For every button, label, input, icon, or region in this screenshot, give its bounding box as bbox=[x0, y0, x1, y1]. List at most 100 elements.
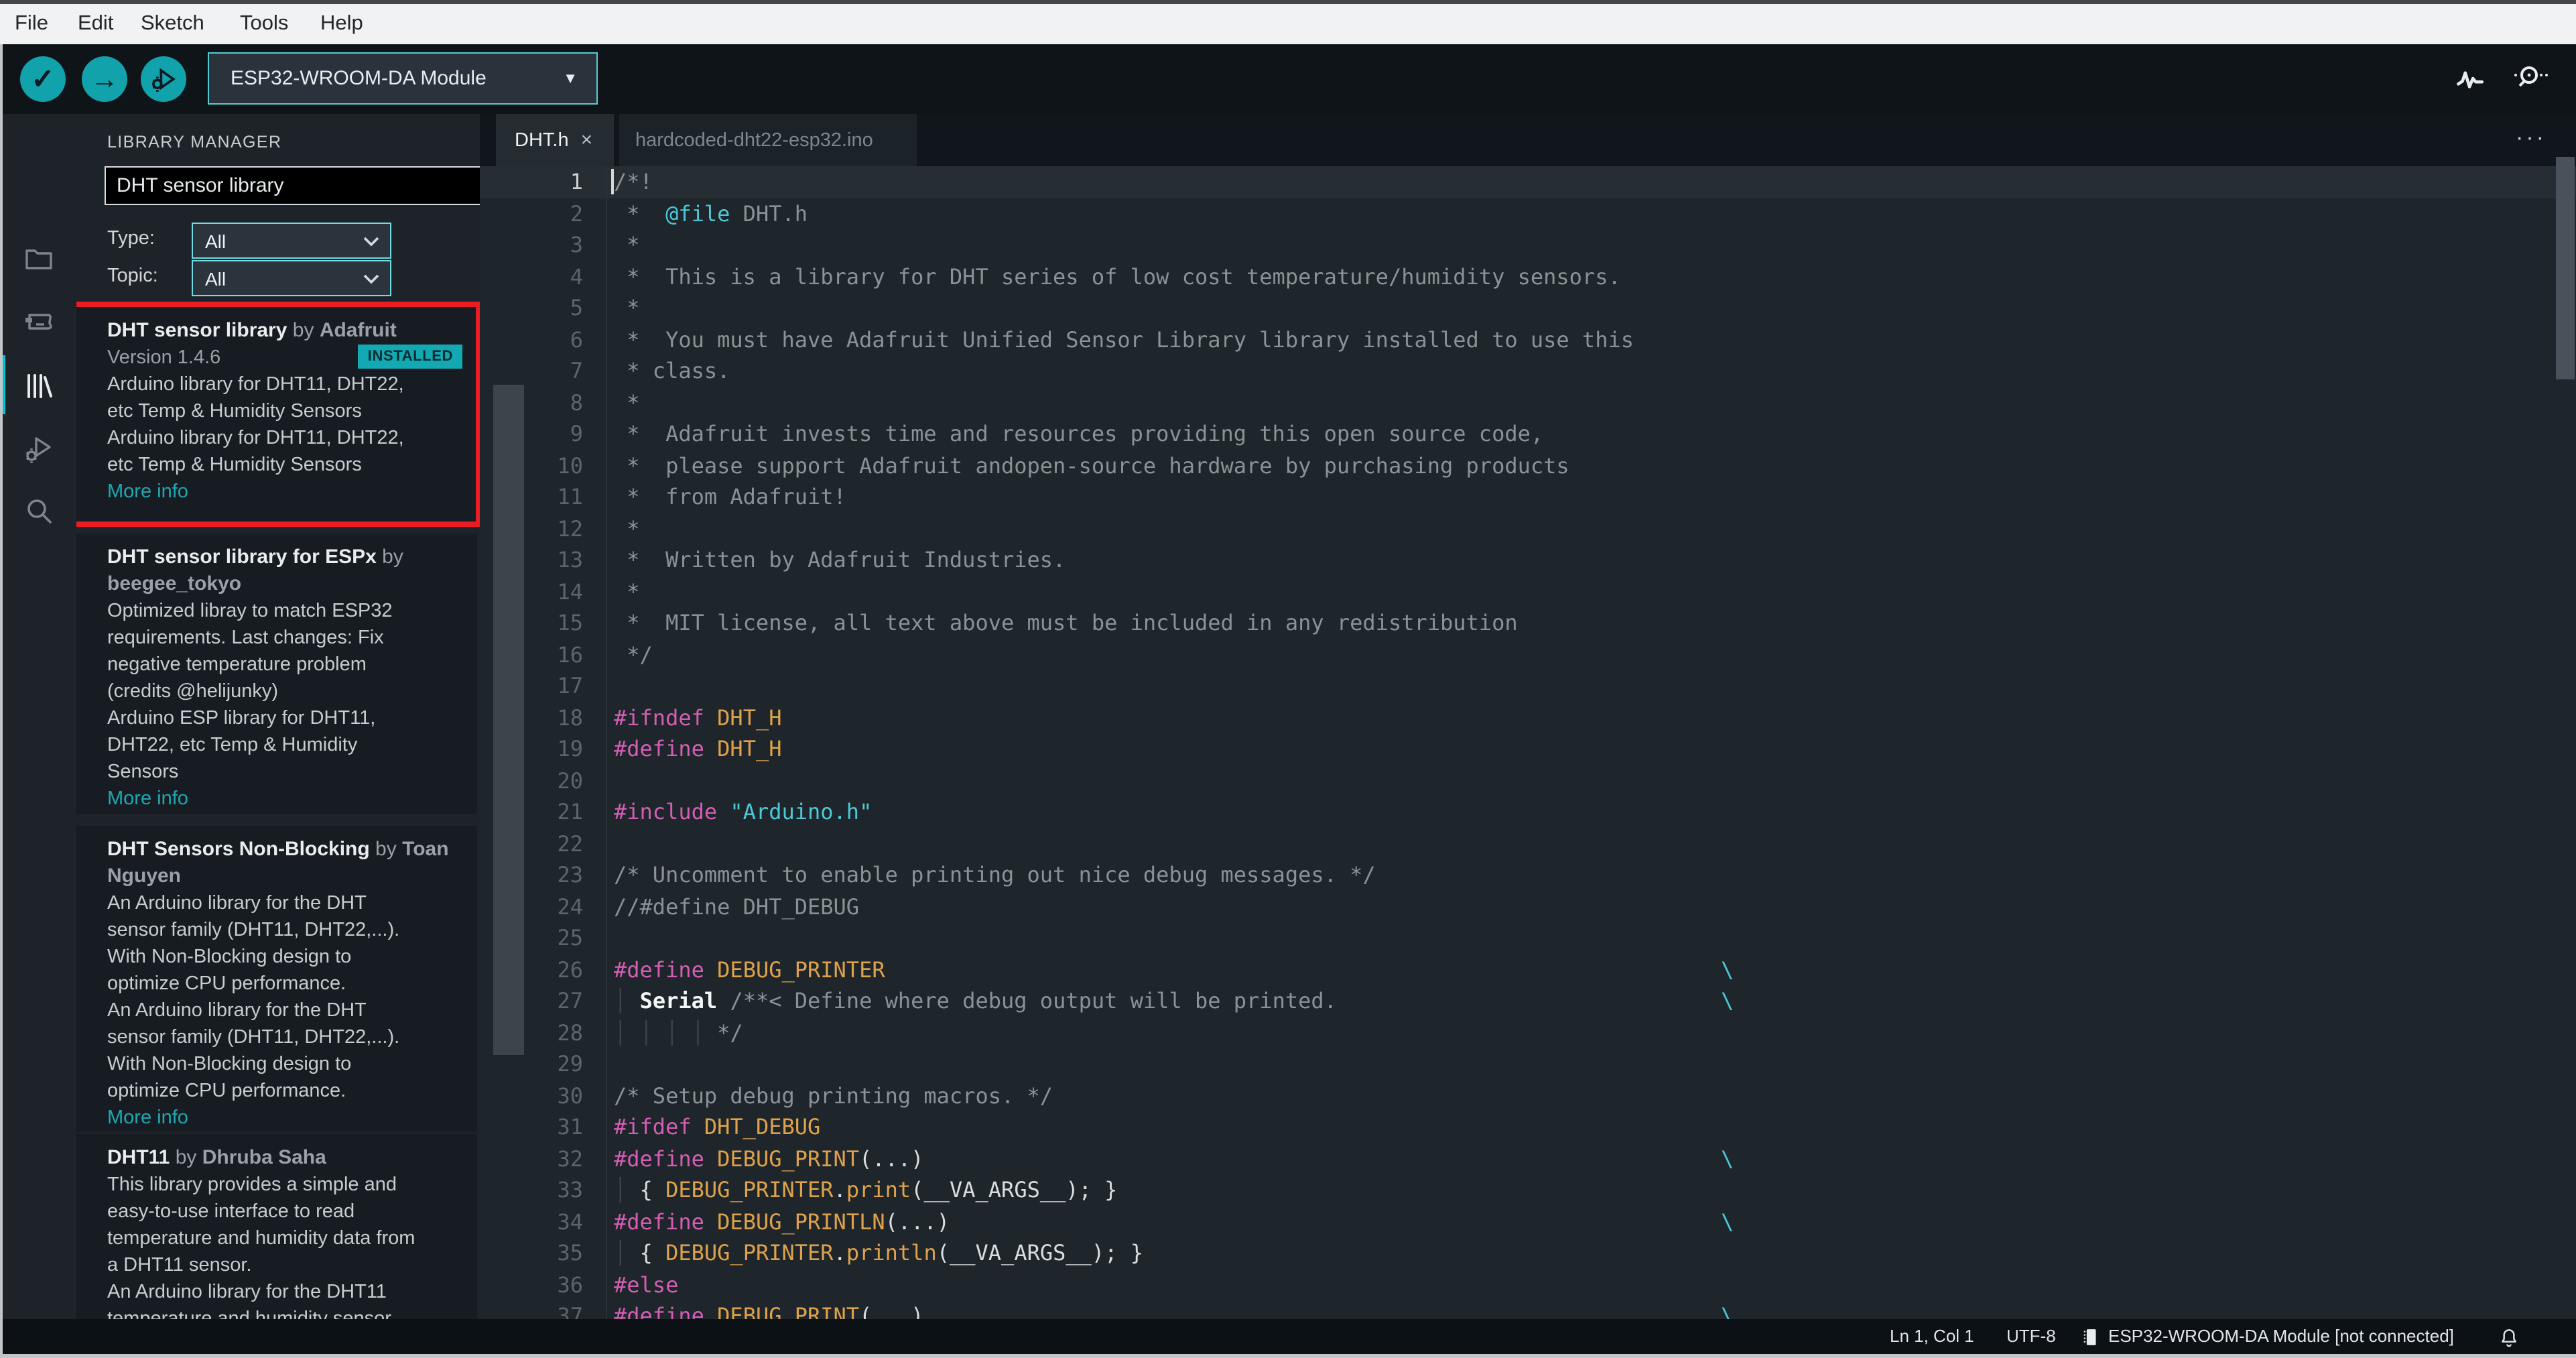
library-description-line: easy-to-use interface to read bbox=[107, 1201, 355, 1223]
activity-bar bbox=[0, 114, 76, 1319]
menu-help[interactable]: Help bbox=[318, 4, 366, 44]
chevron-down-icon bbox=[363, 273, 379, 284]
library-card[interactable]: DHT11 by Dhruba Saha This library provide… bbox=[76, 1134, 477, 1319]
code-line[interactable]: 25 bbox=[480, 922, 2576, 954]
debug-button[interactable] bbox=[141, 56, 186, 102]
more-info-link[interactable]: More info bbox=[107, 479, 477, 505]
type-filter-value: All bbox=[205, 230, 227, 251]
code-line[interactable]: 33 │ { DEBUG_PRINTER.print(__VA_ARGS__); … bbox=[480, 1174, 2576, 1206]
tab-overflow-menu[interactable]: ··· bbox=[2516, 114, 2547, 166]
serial-monitor-button[interactable] bbox=[2509, 60, 2549, 95]
code-line[interactable]: 2 * @file DHT.h bbox=[480, 198, 2576, 229]
type-filter-select[interactable]: All bbox=[192, 223, 391, 259]
bug-play-icon bbox=[25, 437, 51, 463]
menu-sketch[interactable]: Sketch bbox=[138, 4, 207, 44]
board-status[interactable]: ESP32-WROOM-DA Module [not connected] bbox=[2108, 1319, 2454, 1354]
code-line[interactable]: 21 #include "Arduino.h" bbox=[480, 796, 2576, 828]
upload-button[interactable]: → bbox=[82, 56, 127, 102]
chevron-down-icon: ▼ bbox=[563, 70, 578, 86]
encoding[interactable]: UTF-8 bbox=[2006, 1319, 2056, 1354]
code-line[interactable]: 19 #define DHT_H bbox=[480, 733, 2576, 765]
code-line[interactable]: 7 * class. bbox=[480, 355, 2576, 387]
code-line[interactable]: 26 #define DEBUG_PRINTER \ bbox=[480, 954, 2576, 985]
close-icon[interactable]: × bbox=[581, 129, 593, 151]
code-line[interactable]: 30/* Setup debug printing macros. */ bbox=[480, 1080, 2576, 1111]
sidebar-item-sketchbook[interactable] bbox=[23, 243, 55, 275]
code-line[interactable]: 18 #ifndef DHT_H bbox=[480, 702, 2576, 733]
library-card[interactable]: DHT sensor library for ESPx by beegee_to… bbox=[76, 534, 477, 814]
library-card-title: DHT Sensors Non-Blocking by Toan Nguyen bbox=[107, 838, 449, 887]
library-description-line: An Arduino library for the DHT bbox=[107, 893, 367, 914]
code-line[interactable]: 13 * Written by Adafruit Industries. bbox=[480, 544, 2576, 576]
topic-filter-label: Topic: bbox=[107, 265, 158, 287]
menu-edit[interactable]: Edit bbox=[75, 4, 116, 44]
editor-scrollbar-thumb[interactable] bbox=[2556, 157, 2575, 379]
code-line[interactable]: 24//#define DHT_DEBUG bbox=[480, 891, 2576, 922]
menu-file[interactable]: File bbox=[12, 4, 51, 44]
cursor-position[interactable]: Ln 1, Col 1 bbox=[1890, 1319, 1974, 1354]
toolbar: ✓ → ESP32-WROOM-DA Module ▼ bbox=[0, 44, 2576, 114]
library-card[interactable]: DHT Sensors Non-Blocking by Toan Nguyen A… bbox=[76, 826, 477, 1131]
line-number: 7 bbox=[570, 358, 583, 383]
code-line[interactable]: 3 * bbox=[480, 229, 2576, 261]
code-line[interactable]: 10 * please support Adafruit andopen-sou… bbox=[480, 450, 2576, 481]
menu-tools[interactable]: Tools bbox=[237, 4, 291, 44]
bell-icon[interactable] bbox=[2498, 1326, 2520, 1349]
code-area[interactable]: 1/*! 2 * @file DHT.h 3 * 4 * This is a libr… bbox=[480, 166, 2576, 1319]
library-card-title: DHT sensor library for ESPx by beegee_to… bbox=[107, 546, 403, 595]
debug-icon bbox=[149, 64, 178, 94]
library-description-line: An Arduino library for the DHT11 bbox=[107, 1282, 387, 1303]
code-line[interactable]: 31 #ifdef DHT_DEBUG bbox=[480, 1111, 2576, 1143]
more-info-link[interactable]: More info bbox=[107, 1105, 477, 1131]
topic-filter-select[interactable]: All bbox=[192, 260, 391, 296]
serial-plotter-button[interactable] bbox=[2453, 62, 2486, 95]
code-line[interactable]: 27 │ Serial /**< Define where debug outpu… bbox=[480, 985, 2576, 1017]
library-search-input[interactable] bbox=[105, 166, 480, 205]
sidebar-item-boards-manager[interactable] bbox=[23, 306, 55, 338]
board-selector[interactable]: ESP32-WROOM-DA Module ▼ bbox=[208, 52, 598, 105]
sidebar-item-library-manager[interactable] bbox=[23, 370, 55, 402]
chip-icon bbox=[2079, 1326, 2102, 1349]
code-line[interactable]: 22 bbox=[480, 828, 2576, 859]
code-line[interactable]: 28 │ │ │ │ */ bbox=[480, 1017, 2576, 1048]
code-line[interactable]: 11 * from Adafruit! bbox=[480, 481, 2576, 513]
sidebar-item-search[interactable] bbox=[23, 495, 55, 527]
code-line[interactable]: 17 bbox=[480, 670, 2576, 702]
tab-label: DHT.h bbox=[515, 129, 569, 151]
library-description-line: Sensors bbox=[107, 761, 179, 783]
code-line[interactable]: 20 bbox=[480, 765, 2576, 796]
library-description-line: Arduino library for DHT11, DHT22, bbox=[107, 428, 404, 449]
code-line[interactable]: 5 * bbox=[480, 292, 2576, 324]
library-description-line: DHT22, etc Temp & Humidity bbox=[107, 735, 358, 756]
code-line[interactable]: 35 │ { DEBUG_PRINTER.println(__VA_ARGS__)… bbox=[480, 1237, 2576, 1269]
code-line[interactable]: 12 * bbox=[480, 513, 2576, 544]
code-line[interactable]: 37 #define DEBUG_PRINT(...) \ bbox=[480, 1300, 2576, 1319]
code-line[interactable]: 6 * You must have Adafruit Unified Senso… bbox=[480, 324, 2576, 355]
more-info-link[interactable]: More info bbox=[107, 786, 477, 812]
library-card[interactable]: DHT sensor library by Adafruit Version 1.… bbox=[76, 307, 477, 521]
library-description-line: An Arduino library for the DHT bbox=[107, 1000, 367, 1022]
tab-hardcoded-dht22-esp32-ino[interactable]: hardcoded-dht22-esp32.ino bbox=[619, 114, 917, 166]
code-line[interactable]: 29 bbox=[480, 1048, 2576, 1080]
code-line[interactable]: 8 * bbox=[480, 387, 2576, 418]
code-line[interactable]: 15 * MIT license, all text above must be… bbox=[480, 607, 2576, 639]
code-line[interactable]: 9 * Adafruit invests time and resources … bbox=[480, 418, 2576, 450]
code-line[interactable]: 14 * bbox=[480, 576, 2576, 607]
code-line[interactable]: 16 */ bbox=[480, 639, 2576, 670]
check-icon: ✓ bbox=[31, 64, 55, 95]
code-line[interactable]: 36 #else bbox=[480, 1269, 2576, 1300]
code-line[interactable]: 1/*! bbox=[480, 166, 2576, 198]
library-description-line: sensor family (DHT11, DHT22,...). bbox=[107, 1027, 400, 1048]
code-line[interactable]: 4 * This is a library for DHT series of … bbox=[480, 261, 2576, 292]
panel-scrollbar-thumb[interactable] bbox=[493, 385, 524, 1055]
library-manager-panel: LIBRARY MANAGER Type: All Topic: All DHT… bbox=[76, 114, 480, 1319]
verify-button[interactable]: ✓ bbox=[20, 56, 66, 102]
tab-dht-h[interactable]: DHT.h × bbox=[496, 114, 614, 166]
sidebar-item-debug[interactable] bbox=[23, 433, 55, 465]
code-line[interactable]: 34 #define DEBUG_PRINTLN(...) \ bbox=[480, 1206, 2576, 1237]
code-line[interactable]: 32 #define DEBUG_PRINT(...) \ bbox=[480, 1143, 2576, 1174]
tab-label: hardcoded-dht22-esp32.ino bbox=[635, 129, 873, 151]
line-number: 32 bbox=[557, 1146, 583, 1171]
editor: DHT.h × hardcoded-dht22-esp32.ino ··· 1/… bbox=[480, 114, 2576, 1319]
code-line[interactable]: 23/* Uncomment to enable printing out ni… bbox=[480, 859, 2576, 891]
